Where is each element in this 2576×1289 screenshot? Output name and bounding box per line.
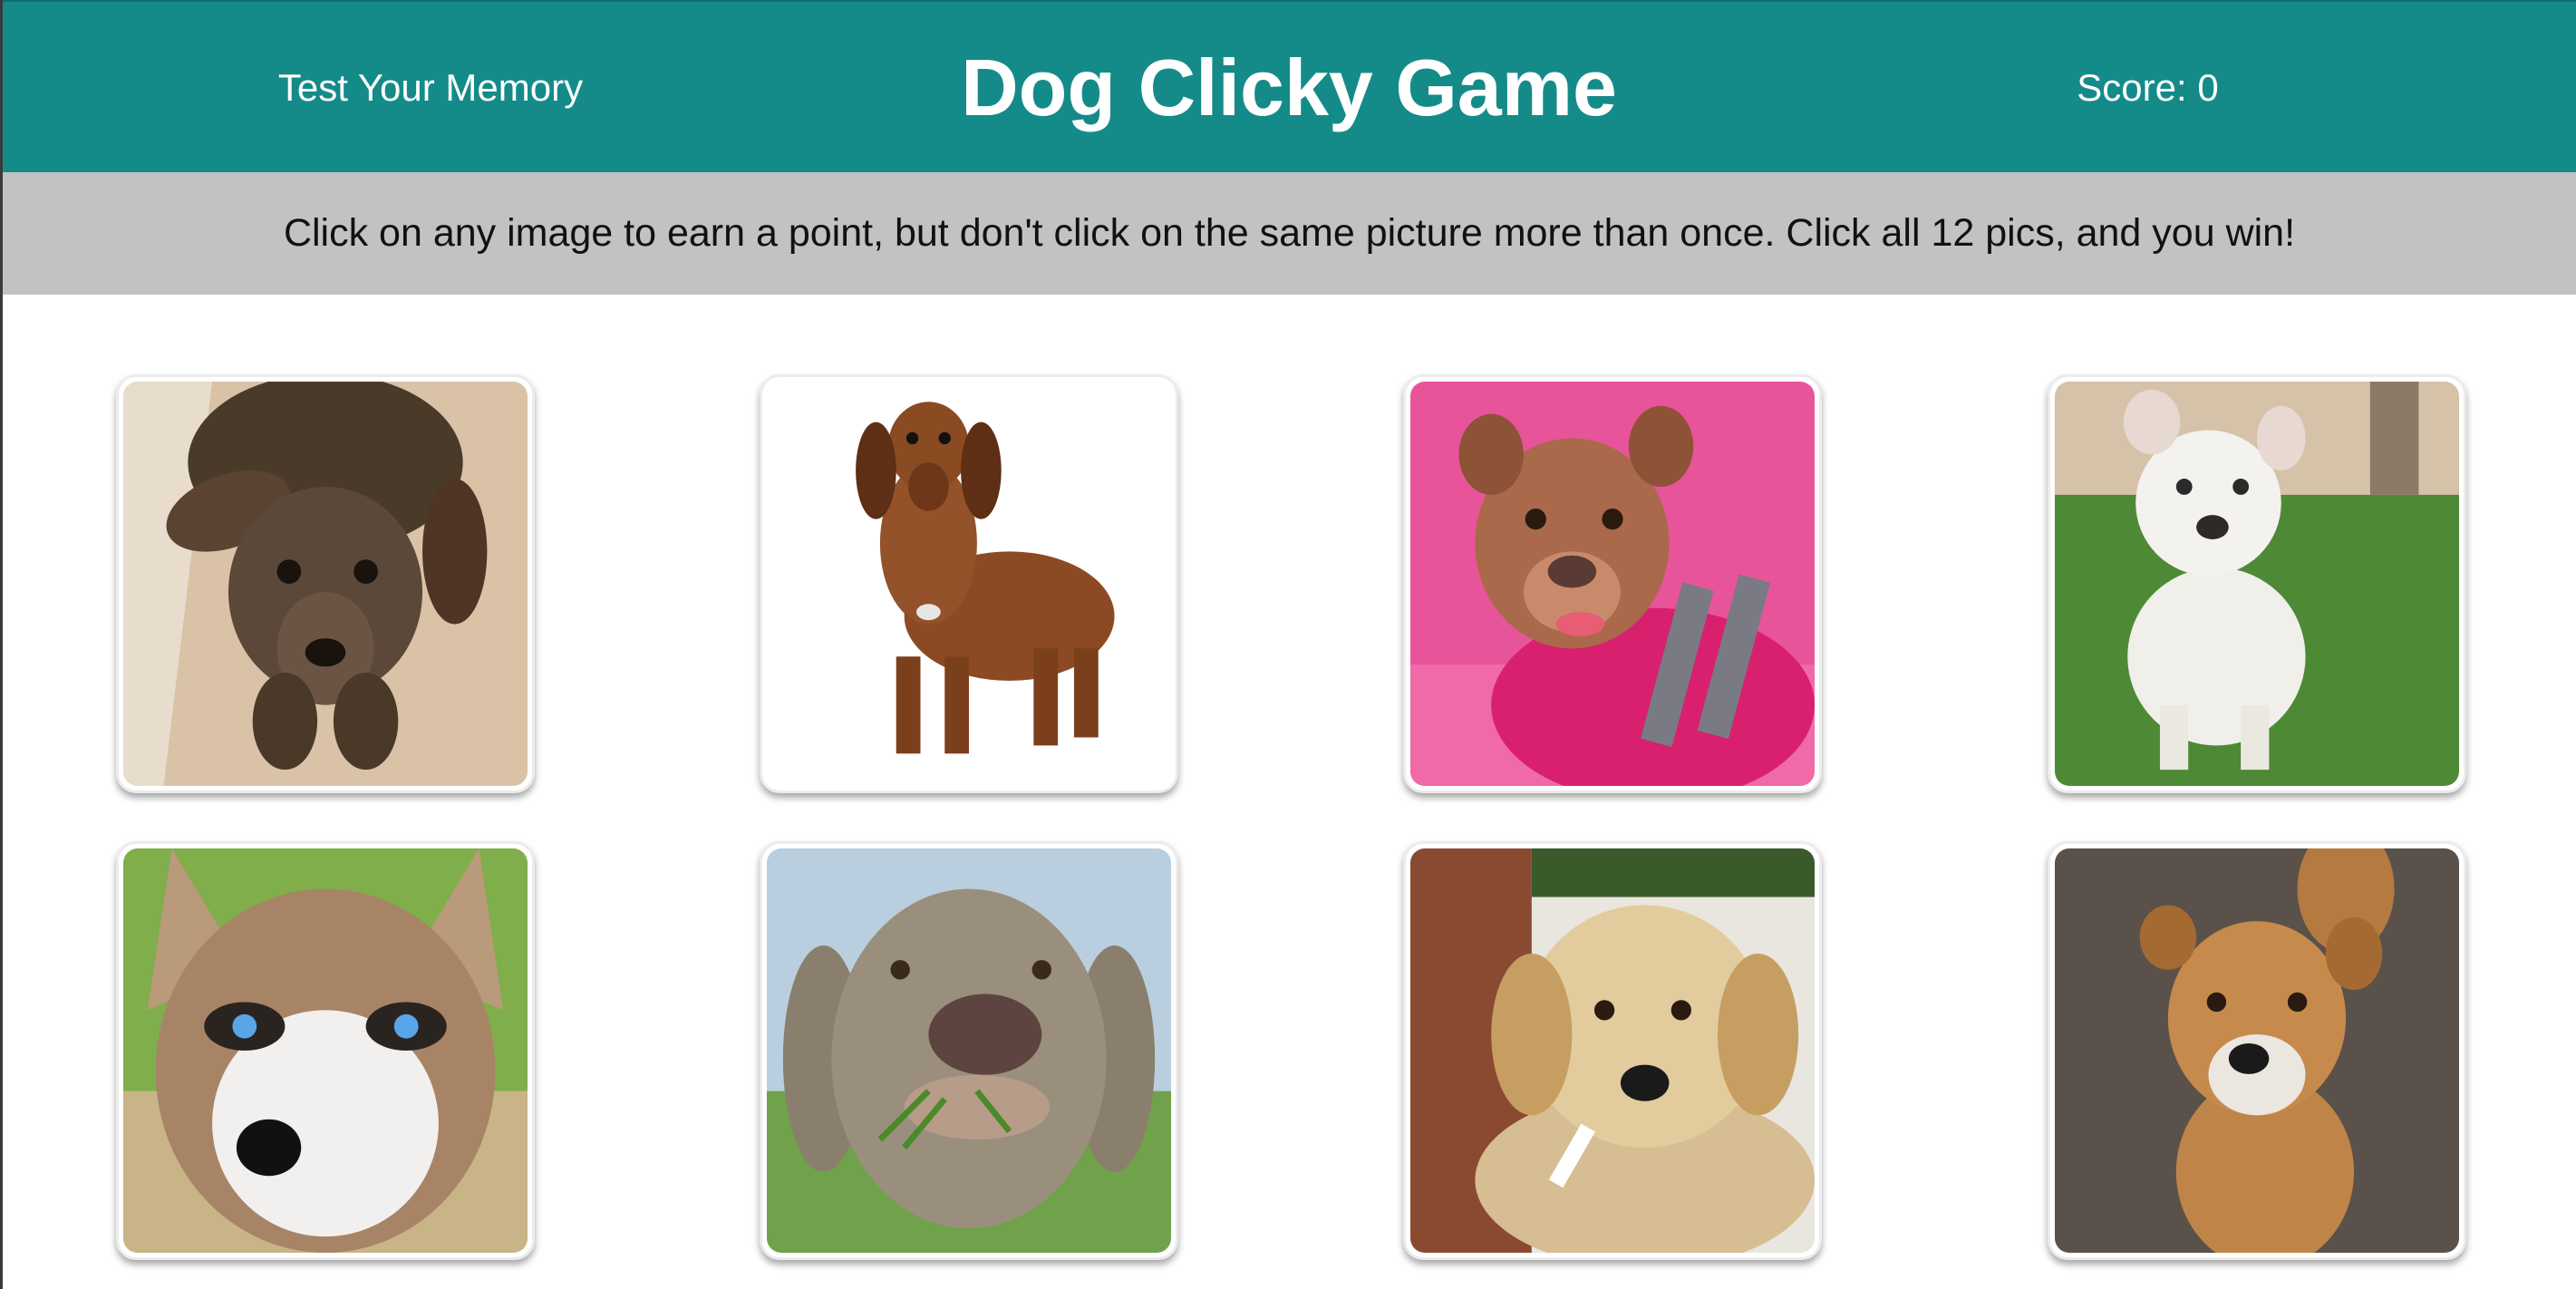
weimaraner-grass-photo[interactable]	[767, 848, 1171, 1253]
brown-dachshund-photo[interactable]	[767, 382, 1171, 786]
page-title: Dog Clicky Game	[961, 43, 1617, 132]
page: Test Your Memory Dog Clicky Game Score: …	[0, 0, 2576, 1289]
pitbull-pink-sweater-photo[interactable]	[1410, 382, 1815, 786]
dog-card[interactable]	[1403, 841, 1822, 1260]
tan-mixed-dog-photo[interactable]	[2055, 848, 2459, 1253]
dog-card[interactable]	[760, 374, 1178, 793]
dog-card[interactable]	[1403, 374, 1822, 793]
card-grid	[3, 295, 2576, 1289]
dog-card[interactable]	[2048, 374, 2466, 793]
golden-retriever-puppy-photo[interactable]	[1410, 848, 1815, 1253]
dog-card[interactable]	[116, 374, 535, 793]
white-pitbull-grass-photo[interactable]	[2055, 382, 2459, 786]
husky-blue-eyes-photo[interactable]	[123, 848, 528, 1253]
instructions-banner: Click on any image to earn a point, but …	[3, 172, 2576, 295]
navbar: Test Your Memory Dog Clicky Game Score: …	[3, 0, 2576, 172]
tagline: Test Your Memory	[277, 66, 584, 109]
dog-card[interactable]	[116, 841, 535, 1260]
score-display: Score: 0	[2077, 66, 2219, 109]
dog-card[interactable]	[2048, 841, 2466, 1260]
dog-card[interactable]	[760, 841, 1178, 1260]
instructions-text: Click on any image to earn a point, but …	[283, 211, 2296, 255]
dapple-dachshund-photo[interactable]	[123, 382, 528, 786]
